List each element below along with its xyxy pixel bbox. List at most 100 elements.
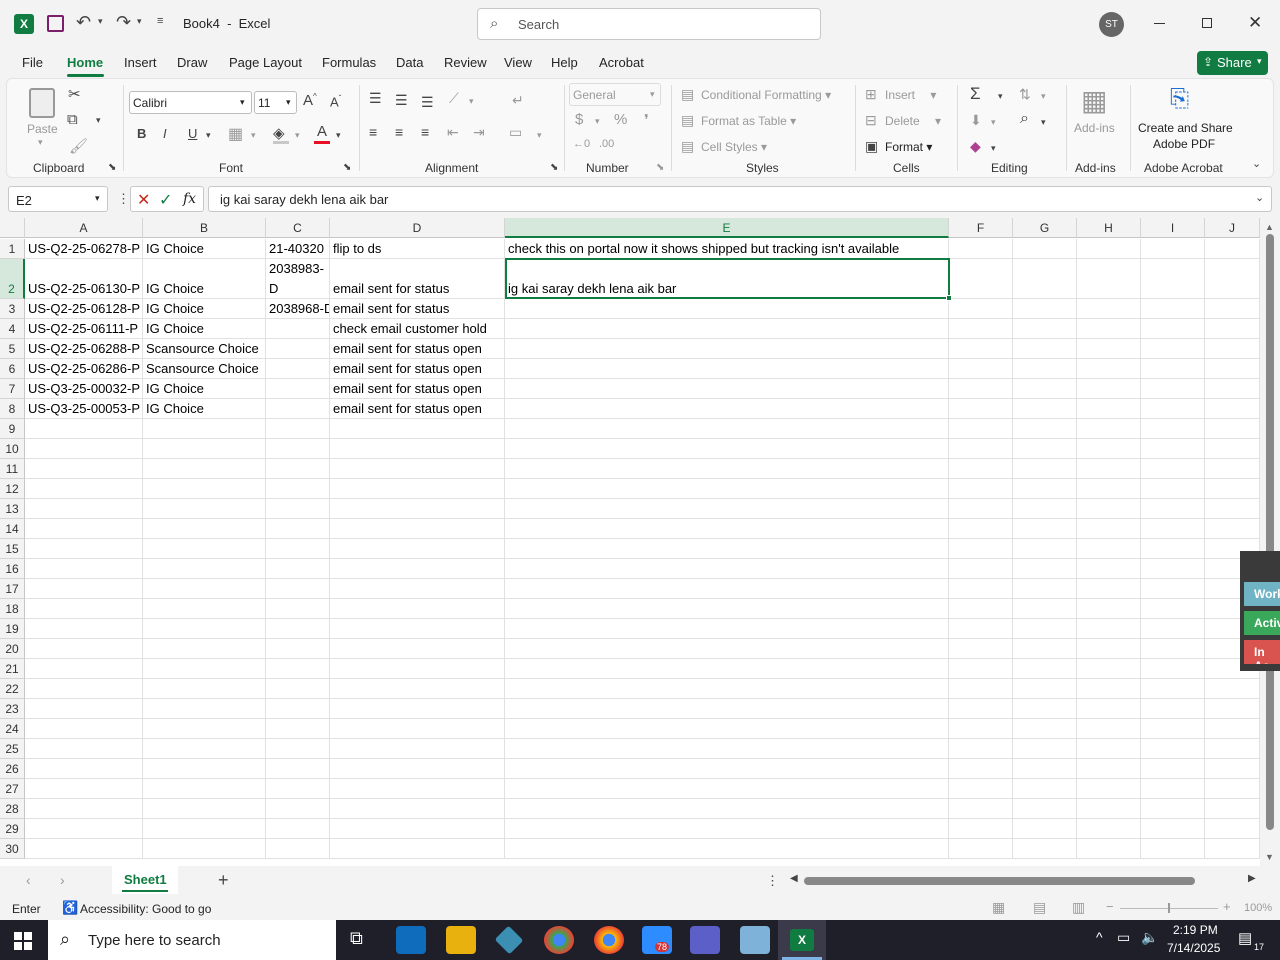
cell-e[interactable]: [505, 679, 949, 699]
cell-c[interactable]: [266, 319, 330, 339]
cell-d[interactable]: [330, 839, 505, 859]
cell-g[interactable]: [1013, 639, 1077, 659]
row-header[interactable]: 15: [0, 539, 25, 559]
cell-j[interactable]: [1205, 399, 1260, 419]
column-header-b[interactable]: B: [143, 218, 266, 238]
cell-i[interactable]: [1141, 299, 1205, 319]
cell-h[interactable]: [1077, 659, 1141, 679]
cell-g[interactable]: [1013, 819, 1077, 839]
worksheet-grid[interactable]: ABCDEFGHIJ 1 US-Q2-25-06278-P IG Choice 21-…: [0, 218, 1280, 866]
cell-f[interactable]: [949, 379, 1013, 399]
tab-split-handle[interactable]: ⋮: [766, 873, 779, 889]
wrap-text-icon[interactable]: ↵: [512, 92, 524, 109]
tab-home[interactable]: Home: [67, 55, 103, 70]
cell-h[interactable]: [1077, 819, 1141, 839]
cell-e[interactable]: [505, 599, 949, 619]
cell-h[interactable]: [1077, 479, 1141, 499]
cell-i[interactable]: [1141, 779, 1205, 799]
cell-i[interactable]: [1141, 739, 1205, 759]
align-top-icon[interactable]: ☰: [369, 90, 382, 107]
cell-d[interactable]: [330, 619, 505, 639]
windows-start-icon[interactable]: [14, 932, 32, 950]
cell-f[interactable]: [949, 799, 1013, 819]
cell-j[interactable]: [1205, 719, 1260, 739]
paste-dropdown-icon[interactable]: ▾: [38, 137, 43, 148]
cell-a[interactable]: [25, 459, 143, 479]
cell-j[interactable]: [1205, 739, 1260, 759]
cell-g[interactable]: [1013, 659, 1077, 679]
row-header[interactable]: 24: [0, 719, 25, 739]
cell-h[interactable]: [1077, 759, 1141, 779]
cell-e[interactable]: [505, 299, 949, 319]
fill-icon[interactable]: ⬇: [970, 112, 982, 129]
cell-e[interactable]: [505, 419, 949, 439]
orientation-icon[interactable]: ⟋: [449, 90, 459, 107]
cell-a[interactable]: [25, 679, 143, 699]
cell-d[interactable]: check email customer hold: [330, 319, 505, 339]
row-header[interactable]: 14: [0, 519, 25, 539]
more-options-icon[interactable]: ⋮: [117, 191, 130, 207]
cell-a[interactable]: [25, 699, 143, 719]
cell-j[interactable]: [1205, 239, 1260, 259]
cell-c[interactable]: [266, 419, 330, 439]
cell-c[interactable]: [266, 819, 330, 839]
clipboard-launcher-icon[interactable]: ⬊: [108, 162, 116, 173]
cell-b[interactable]: [143, 699, 266, 719]
cell-h[interactable]: [1077, 359, 1141, 379]
cell-c[interactable]: [266, 619, 330, 639]
cell-g[interactable]: [1013, 339, 1077, 359]
column-header-e[interactable]: E: [505, 218, 949, 238]
format-painter-icon[interactable]: 🖌: [69, 137, 88, 155]
page-break-view-icon[interactable]: ▥: [1072, 899, 1085, 916]
cell-g[interactable]: [1013, 379, 1077, 399]
prev-sheet-icon[interactable]: ‹: [26, 872, 31, 888]
cell-i[interactable]: [1141, 239, 1205, 259]
cell-e[interactable]: [505, 719, 949, 739]
normal-view-icon[interactable]: ▦: [992, 899, 1005, 916]
cell-g[interactable]: [1013, 399, 1077, 419]
cell-d[interactable]: flip to ds: [330, 239, 505, 259]
cell-c[interactable]: [266, 599, 330, 619]
cell-f[interactable]: [949, 259, 1013, 299]
cell-e[interactable]: [505, 739, 949, 759]
cell-a[interactable]: US-Q2-25-06286-P: [25, 359, 143, 379]
format-as-table-icon[interactable]: ▤: [681, 112, 694, 129]
cell-f[interactable]: [949, 239, 1013, 259]
cell-c[interactable]: 21-40320: [266, 239, 330, 259]
cell-j[interactable]: [1205, 799, 1260, 819]
cell-f[interactable]: [949, 339, 1013, 359]
cell-b[interactable]: [143, 599, 266, 619]
cell-f[interactable]: [949, 579, 1013, 599]
page-layout-view-icon[interactable]: ▤: [1033, 899, 1046, 916]
cell-c[interactable]: [266, 719, 330, 739]
cell-e[interactable]: [505, 799, 949, 819]
cell-i[interactable]: [1141, 839, 1205, 859]
currency-icon[interactable]: $: [575, 111, 583, 128]
cell-c[interactable]: [266, 499, 330, 519]
paste-icon[interactable]: [29, 88, 55, 118]
cell-b[interactable]: [143, 619, 266, 639]
cell-j[interactable]: [1205, 499, 1260, 519]
clear-dropdown-icon[interactable]: ▾: [991, 143, 996, 154]
cell-c[interactable]: [266, 779, 330, 799]
orientation-dropdown-icon[interactable]: ▾: [469, 96, 474, 107]
cell-g[interactable]: [1013, 559, 1077, 579]
cell-c[interactable]: [266, 799, 330, 819]
sort-filter-dropdown-icon[interactable]: ▾: [1041, 91, 1046, 102]
cell-e[interactable]: [505, 379, 949, 399]
cell-c[interactable]: [266, 379, 330, 399]
cell-j[interactable]: [1205, 679, 1260, 699]
cell-e[interactable]: check this on portal now it shows shippe…: [505, 239, 949, 259]
cell-g[interactable]: [1013, 699, 1077, 719]
cell-c[interactable]: [266, 339, 330, 359]
borders-dropdown-icon[interactable]: ▾: [251, 130, 256, 141]
cell-b[interactable]: IG Choice: [143, 319, 266, 339]
select-all-corner[interactable]: [0, 218, 25, 238]
cell-b[interactable]: [143, 799, 266, 819]
cell-i[interactable]: [1141, 639, 1205, 659]
row-header[interactable]: 13: [0, 499, 25, 519]
cell-c[interactable]: [266, 739, 330, 759]
cell-b[interactable]: [143, 759, 266, 779]
column-header-j[interactable]: J: [1205, 218, 1260, 238]
cell-j[interactable]: [1205, 699, 1260, 719]
